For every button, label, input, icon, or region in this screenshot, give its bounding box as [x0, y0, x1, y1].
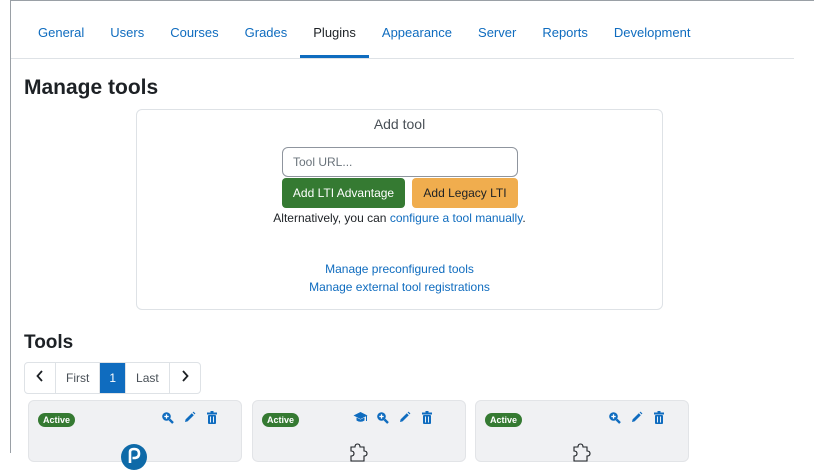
manage-external-tool-registrations-link[interactable]: Manage external tool registrations	[309, 280, 490, 294]
trash-icon[interactable]	[204, 410, 219, 425]
pagination: First 1 Last	[24, 362, 201, 394]
tab-grades[interactable]: Grades	[232, 14, 301, 52]
chevron-right-icon	[182, 370, 189, 382]
status-badge: Active	[485, 413, 523, 427]
first-page-button[interactable]: First	[56, 363, 101, 393]
tab-general[interactable]: General	[25, 14, 97, 52]
pearson-logo	[119, 443, 149, 473]
card-actions	[160, 410, 219, 425]
registrations-row: Manage external tool registrations	[137, 280, 662, 294]
alt-suffix: .	[522, 211, 526, 225]
card-actions	[607, 410, 666, 425]
status-badge: Active	[38, 413, 76, 427]
trash-icon[interactable]	[419, 410, 434, 425]
previous-page-button[interactable]	[25, 363, 56, 393]
admin-tabs: General Users Courses Grades Plugins App…	[11, 14, 794, 59]
tab-courses[interactable]: Courses	[157, 14, 231, 52]
window-border-left	[10, 0, 11, 453]
tools-heading: Tools	[24, 332, 74, 353]
tab-appearance[interactable]: Appearance	[369, 14, 465, 52]
add-tool-title: Add tool	[373, 116, 426, 132]
search-plus-icon[interactable]	[160, 410, 175, 425]
tab-plugins[interactable]: Plugins	[300, 14, 369, 58]
last-page-button[interactable]: Last	[126, 363, 170, 393]
add-legacy-lti-button[interactable]: Add Legacy LTI	[412, 178, 518, 208]
page-1-button[interactable]: 1	[100, 363, 127, 393]
add-lti-advantage-button[interactable]: Add LTI Advantage	[282, 178, 405, 208]
search-plus-icon[interactable]	[375, 410, 390, 425]
pencil-icon[interactable]	[397, 410, 412, 425]
alt-prefix: Alternatively, you can	[273, 211, 387, 225]
tab-development[interactable]: Development	[601, 14, 704, 52]
chevron-left-icon	[36, 370, 43, 382]
tool-url-input[interactable]	[282, 147, 518, 177]
puzzle-icon	[566, 443, 596, 473]
add-tool-panel: Add tool Add LTI Advantage Add Legacy LT…	[136, 109, 663, 310]
card-actions	[353, 410, 434, 425]
tab-server[interactable]: Server	[465, 14, 529, 52]
page-title: Manage tools	[24, 76, 159, 99]
search-plus-icon[interactable]	[607, 410, 622, 425]
window-border-top	[10, 0, 814, 1]
tab-reports[interactable]: Reports	[529, 14, 601, 52]
trash-icon[interactable]	[651, 410, 666, 425]
pencil-icon[interactable]	[182, 410, 197, 425]
manage-preconfigured-tools-link[interactable]: Manage preconfigured tools	[325, 262, 474, 276]
pencil-icon[interactable]	[629, 410, 644, 425]
next-page-button[interactable]	[170, 363, 200, 393]
tab-users[interactable]: Users	[97, 14, 157, 52]
puzzle-icon	[343, 443, 373, 473]
graduation-cap-icon[interactable]	[353, 410, 368, 425]
status-badge: Active	[262, 413, 300, 427]
configure-manually-link[interactable]: configure a tool manually	[390, 211, 523, 225]
configure-manually-text: Alternatively, you can configure a tool …	[137, 211, 662, 225]
preconfigured-row: Manage preconfigured tools	[137, 262, 662, 276]
